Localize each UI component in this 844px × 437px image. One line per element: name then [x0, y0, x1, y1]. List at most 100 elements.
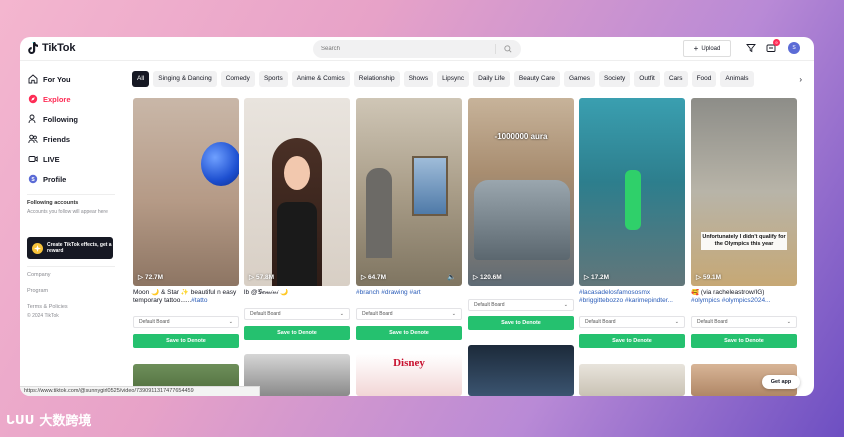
- save-to-denote-button[interactable]: Save to Denote: [691, 334, 797, 348]
- category-chip[interactable]: Beauty Care: [513, 71, 560, 87]
- get-app-button[interactable]: Get app: [762, 375, 800, 389]
- video-thumbnail[interactable]: [468, 345, 574, 396]
- view-count: ▷ 120.6M: [473, 273, 502, 282]
- sidebar-item-label: Following: [43, 114, 78, 124]
- upload-label: Upload: [701, 45, 721, 52]
- view-count: ▷ 64.7M: [361, 273, 387, 282]
- video-thumbnail[interactable]: ▷ 72.7M: [133, 98, 239, 286]
- category-chip[interactable]: Sports: [258, 71, 288, 87]
- play-icon: ▷: [138, 274, 143, 281]
- home-icon: [28, 74, 38, 84]
- browser-window: TikTok + Upload 9 S For You: [20, 37, 814, 396]
- sidebar-divider: [27, 266, 115, 267]
- board-select[interactable]: Default Board ⌄: [468, 299, 574, 311]
- save-to-denote-button[interactable]: Save to Denote: [579, 334, 685, 348]
- sidebar-item-explore[interactable]: Explore: [28, 92, 71, 106]
- chevron-down-icon: ⌄: [451, 311, 456, 317]
- sidebar-item-live[interactable]: LIVE: [28, 152, 60, 166]
- top-header: TikTok + Upload 9 S: [20, 37, 814, 61]
- board-select[interactable]: Default Board ⌄: [244, 308, 350, 320]
- play-icon: ▷: [473, 274, 478, 281]
- avatar[interactable]: S: [788, 42, 800, 54]
- category-chip[interactable]: Shows: [403, 71, 434, 87]
- program-link[interactable]: Program: [27, 288, 48, 294]
- video-caption[interactable]: #branch #drawing #art: [356, 289, 462, 297]
- sidebar-item-label: For You: [43, 74, 71, 84]
- video-caption[interactable]: 🥰 (via racheleastrow/IG) #olympics #olymp…: [691, 289, 797, 305]
- save-to-denote-button[interactable]: Save to Denote: [356, 326, 462, 340]
- play-icon: ▷: [696, 274, 701, 281]
- sidebar-item-friends[interactable]: Friends: [28, 132, 70, 146]
- video-thumbnail[interactable]: [579, 364, 685, 396]
- category-chip[interactable]: Games: [564, 71, 595, 87]
- board-select[interactable]: Default Board ⌄: [691, 316, 797, 328]
- inbox-button[interactable]: 9: [765, 39, 780, 54]
- watermark-logo-icon: ᒐᑌᑌ: [6, 412, 35, 427]
- sidebar-item-following[interactable]: Following: [28, 112, 78, 126]
- video-thumbnail[interactable]: ▷ 64.7M 🔈: [356, 98, 462, 286]
- board-select[interactable]: Default Board ⌄: [356, 308, 462, 320]
- category-chip[interactable]: All: [132, 71, 150, 87]
- view-count: ▷ 59.1M: [696, 273, 722, 282]
- save-to-denote-button[interactable]: Save to Denote: [133, 334, 239, 348]
- chevron-down-icon: ⌄: [339, 311, 344, 317]
- category-chip[interactable]: Lipsync: [437, 71, 470, 87]
- watermark-text: 大数跨境: [39, 414, 92, 429]
- video-thumbnail[interactable]: -1000000 aura ▷ 120.6M: [468, 98, 574, 286]
- category-chip[interactable]: Animals: [720, 71, 754, 87]
- board-select[interactable]: Default Board ⌄: [133, 316, 239, 328]
- watermark: ᒐᑌᑌ 大数跨境: [6, 410, 92, 430]
- category-chip[interactable]: Food: [691, 71, 717, 87]
- create-effects-button[interactable]: Create TikTok effects, get a reward: [27, 237, 113, 259]
- video-overlay-text: Unfortunately I didn't qualify for the O…: [701, 232, 787, 250]
- sidebar-item-label: Profile: [43, 174, 67, 184]
- profile-icon: S: [28, 174, 38, 184]
- view-count: ▷ 17.2M: [584, 273, 610, 282]
- category-scroll-right-button[interactable]: ›: [786, 71, 802, 87]
- play-icon: ▷: [249, 274, 254, 281]
- video-caption[interactable]: Moon 🌙 & Star ✨ beautiful n easy tempora…: [133, 289, 239, 305]
- sidebar: For You Explore Following Friends LIVE S…: [20, 61, 124, 396]
- category-chip[interactable]: Outfit: [634, 71, 660, 87]
- tiktok-logo[interactable]: TikTok: [27, 41, 75, 55]
- sidebar-divider: [27, 194, 115, 195]
- search-icon: [504, 45, 512, 53]
- sidebar-item-label: Friends: [43, 134, 71, 144]
- search-button[interactable]: [496, 40, 520, 58]
- search-input[interactable]: [313, 40, 495, 58]
- person-face-shape: [284, 156, 310, 190]
- save-to-denote-button[interactable]: Save to Denote: [244, 326, 350, 340]
- upload-button[interactable]: + Upload: [683, 40, 731, 57]
- category-chip[interactable]: Society: [598, 71, 631, 87]
- category-chip[interactable]: Comedy: [220, 71, 255, 87]
- sidebar-item-profile[interactable]: S Profile: [28, 172, 66, 186]
- category-chip[interactable]: Cars: [663, 71, 688, 87]
- company-link[interactable]: Company: [27, 272, 51, 278]
- plus-icon: +: [693, 43, 699, 53]
- category-chip[interactable]: Relationship: [353, 71, 400, 87]
- effects-sparkle-icon: [32, 242, 43, 254]
- video-caption[interactable]: lb @𝒢𝑒𝓂𝒾𝓃𝒾 🌙: [244, 289, 350, 305]
- category-chip[interactable]: Singing & Dancing: [153, 71, 217, 87]
- terms-link[interactable]: Terms & Policies: [27, 304, 68, 310]
- following-accounts-hint: Accounts you follow will appear here: [27, 209, 108, 215]
- category-chip[interactable]: Daily Life: [473, 71, 510, 87]
- blue-ball-shape: [201, 142, 239, 186]
- following-accounts-heading: Following accounts: [27, 200, 79, 206]
- video-thumbnail[interactable]: Unfortunately I didn't qualify for the O…: [691, 98, 797, 286]
- video-thumbnail[interactable]: ▷ 17.2M: [579, 98, 685, 286]
- disney-logo-text: Disney: [393, 357, 425, 369]
- category-chip[interactable]: Anime & Comics: [291, 71, 350, 87]
- video-thumbnail[interactable]: ▷ 57.8M: [244, 98, 350, 286]
- copyright-text: © 2024 TikTok: [27, 313, 59, 319]
- search-bar[interactable]: [313, 40, 521, 58]
- board-select[interactable]: Default Board ⌄: [579, 316, 685, 328]
- canvas-painting-shape: [412, 156, 448, 216]
- following-icon: [28, 114, 38, 124]
- save-to-denote-button[interactable]: Save to Denote: [468, 316, 574, 330]
- muted-speaker-icon[interactable]: 🔈: [447, 273, 456, 281]
- sidebar-item-for-you[interactable]: For You: [28, 72, 71, 86]
- video-caption[interactable]: #lacasadelosfamososmx #briggittebozzo #k…: [579, 289, 685, 305]
- video-thumbnail[interactable]: Disney: [356, 354, 462, 396]
- messages-button[interactable]: [745, 42, 757, 54]
